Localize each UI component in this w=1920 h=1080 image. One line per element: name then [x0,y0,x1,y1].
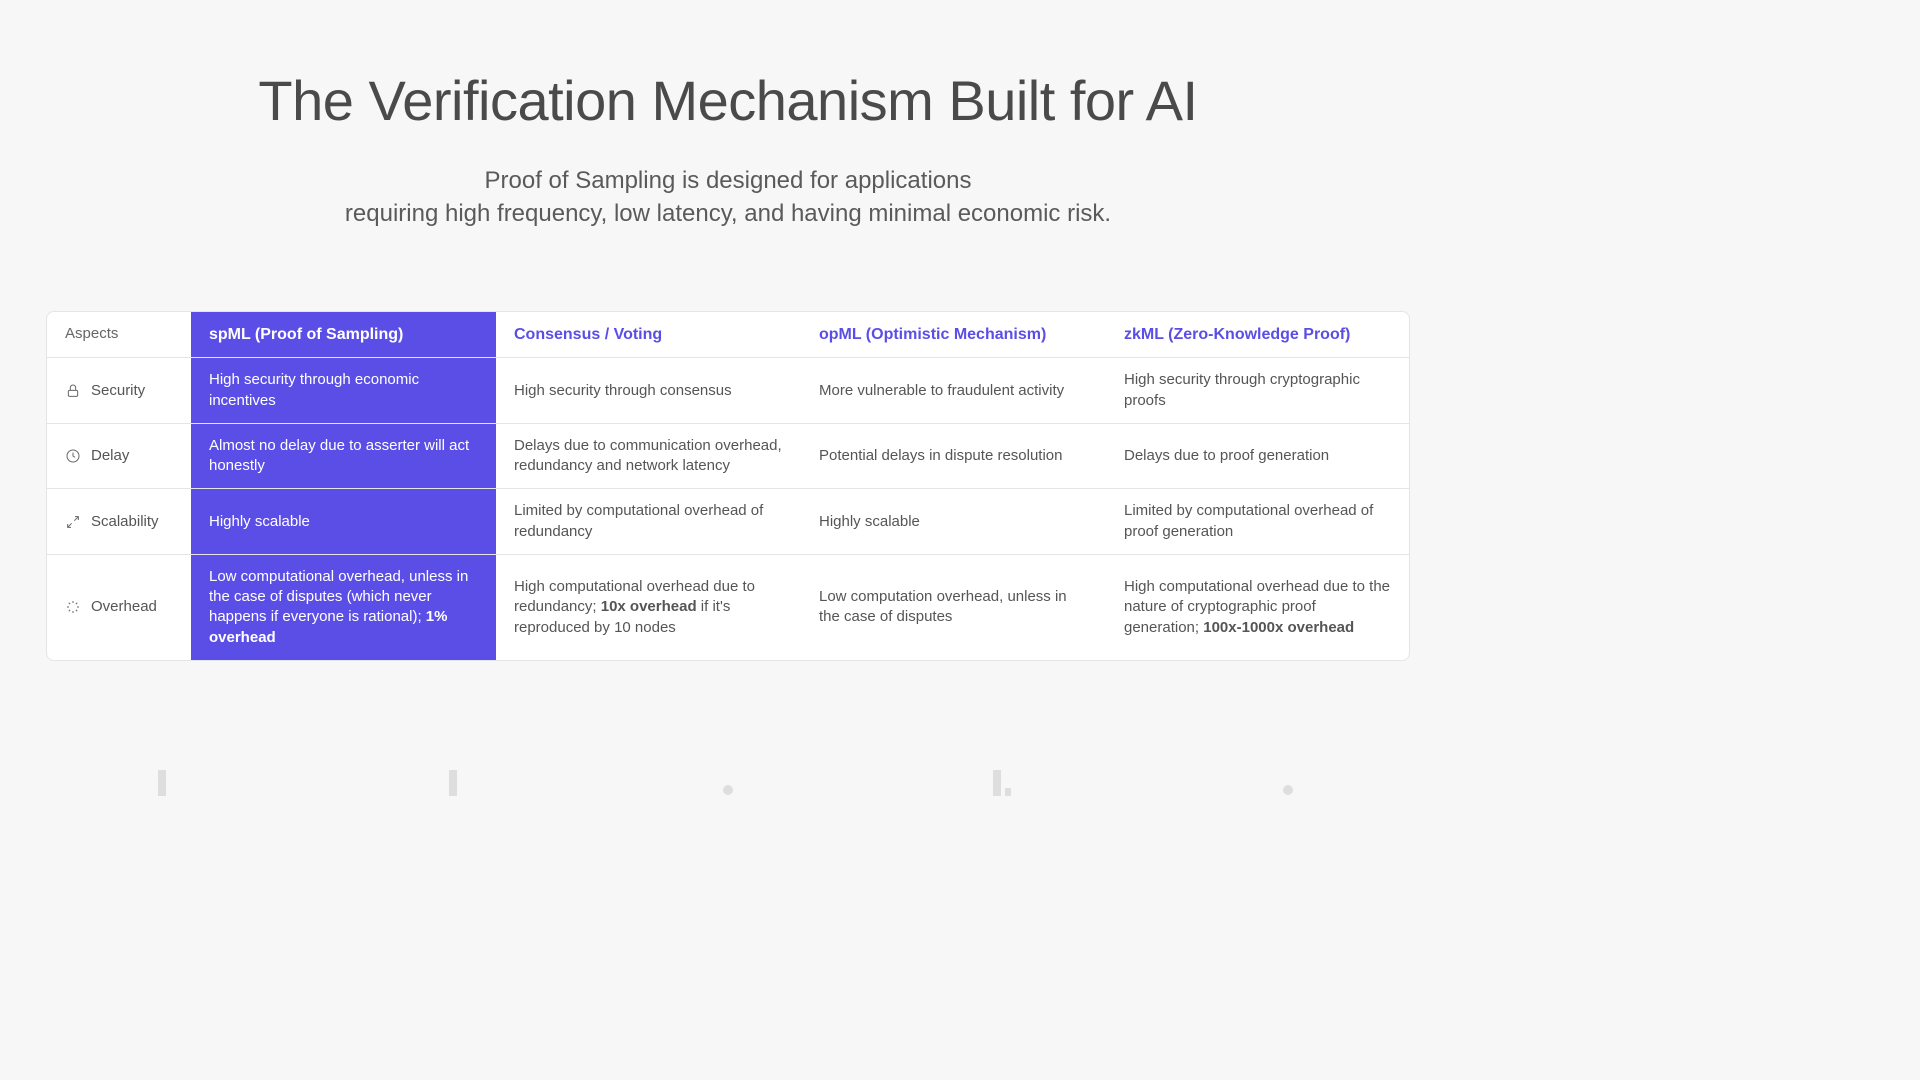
header-spml: spML (Proof of Sampling) [191,312,496,358]
cell-delay-consensus: Delays due to communication overhead, re… [496,424,801,489]
cell-scalability-zkml: Limited by computational overhead of pro… [1106,489,1409,554]
cell-overhead-opml: Low computation overhead, unless in the … [801,555,1106,660]
table-row-delay: Delay Almost no delay due to asserter wi… [47,424,1409,490]
cell-delay-opml: Potential delays in dispute resolution [801,424,1106,489]
logo-strip [0,770,1456,796]
cell-security-spml: High security through economic incentive… [191,358,496,423]
aspect-label: Security [91,381,145,401]
aspect-label: Overhead [91,597,157,617]
expand-icon [65,514,81,530]
header-aspects: Aspects [47,312,191,358]
cell-security-zkml: High security through cryptographic proo… [1106,358,1409,423]
aspect-label: Delay [91,446,129,466]
table-row-overhead: Overhead Low computational overhead, unl… [47,555,1409,660]
aspect-overhead: Overhead [47,555,191,660]
overhead-zkml-bold: 100x-1000x overhead [1203,619,1354,636]
logo-icon [1258,770,1298,796]
subtitle-line-2: requiring high frequency, low latency, a… [345,200,1111,227]
aspect-delay: Delay [47,424,191,489]
cell-security-consensus: High security through consensus [496,358,801,423]
cell-overhead-consensus: High computational overhead due to redun… [496,555,801,660]
table-row-scalability: Scalability Highly scalable Limited by c… [47,489,1409,555]
header-opml: opML (Optimistic Mechanism) [801,312,1106,358]
page-title: The Verification Mechanism Built for AI [46,70,1410,132]
cell-overhead-zkml: High computational overhead due to the n… [1106,555,1409,660]
aspect-security: Security [47,358,191,423]
spinner-icon [65,599,81,615]
logo-icon [983,770,1023,796]
page-subtitle: Proof of Sampling is designed for applic… [46,164,1410,231]
logo-icon [158,770,198,796]
subtitle-line-1: Proof of Sampling is designed for applic… [485,167,972,194]
cell-scalability-opml: Highly scalable [801,489,1106,554]
aspect-scalability: Scalability [47,489,191,554]
cell-overhead-spml: Low computational overhead, unless in th… [191,555,496,660]
cell-security-opml: More vulnerable to fraudulent activity [801,358,1106,423]
logo-icon [708,770,748,796]
aspect-label: Scalability [91,512,159,532]
overhead-consensus-bold: 10x overhead [601,598,697,615]
table-row-security: Security High security through economic … [47,358,1409,424]
logo-icon [433,770,473,796]
cell-scalability-spml: Highly scalable [191,489,496,554]
cell-delay-spml: Almost no delay due to asserter will act… [191,424,496,489]
cell-scalability-consensus: Limited by computational overhead of red… [496,489,801,554]
header-zkml: zkML (Zero-Knowledge Proof) [1106,312,1409,358]
clock-icon [65,448,81,464]
table-header-row: Aspects spML (Proof of Sampling) Consens… [47,312,1409,359]
header-consensus: Consensus / Voting [496,312,801,358]
lock-icon [65,383,81,399]
comparison-table: Aspects spML (Proof of Sampling) Consens… [46,311,1410,661]
cell-delay-zkml: Delays due to proof generation [1106,424,1409,489]
